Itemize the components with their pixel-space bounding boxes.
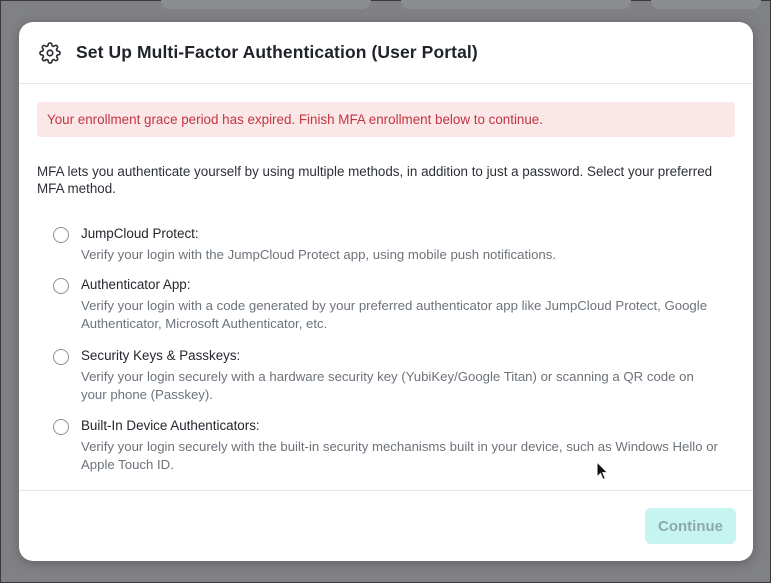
mfa-setup-dialog: Set Up Multi-Factor Authentication (User… <box>19 22 753 561</box>
continue-button[interactable]: Continue <box>645 508 736 544</box>
method-label: Authenticator App: <box>81 277 191 292</box>
radio-button[interactable] <box>53 349 69 365</box>
method-label: Security Keys & Passkeys: <box>81 348 241 363</box>
background-element <box>161 0 371 9</box>
method-description: Verify your login securely with a hardwa… <box>81 369 694 402</box>
mouse-cursor-icon <box>596 461 609 481</box>
alert-text: Your enrollment grace period has expired… <box>47 112 543 127</box>
gear-icon <box>39 42 61 64</box>
method-label: JumpCloud Protect: <box>81 226 199 241</box>
radio-button[interactable] <box>53 419 69 435</box>
intro-text: MFA lets you authenticate yourself by us… <box>37 164 713 196</box>
background-element <box>651 0 761 9</box>
dialog-header: Set Up Multi-Factor Authentication (User… <box>19 22 753 84</box>
radio-button[interactable] <box>53 278 69 294</box>
method-description: Verify your login with a code generated … <box>81 298 708 331</box>
method-description: Verify your login with the JumpCloud Pro… <box>81 247 557 262</box>
dialog-title: Set Up Multi-Factor Authentication (User… <box>76 42 478 62</box>
method-label: Built-In Device Authenticators: <box>81 418 260 433</box>
radio-button[interactable] <box>53 227 69 243</box>
method-description: Verify your login securely with the buil… <box>81 439 718 472</box>
dialog-footer: Continue <box>19 490 753 561</box>
grace-period-alert: Your enrollment grace period has expired… <box>37 102 735 137</box>
background-element <box>401 0 631 9</box>
